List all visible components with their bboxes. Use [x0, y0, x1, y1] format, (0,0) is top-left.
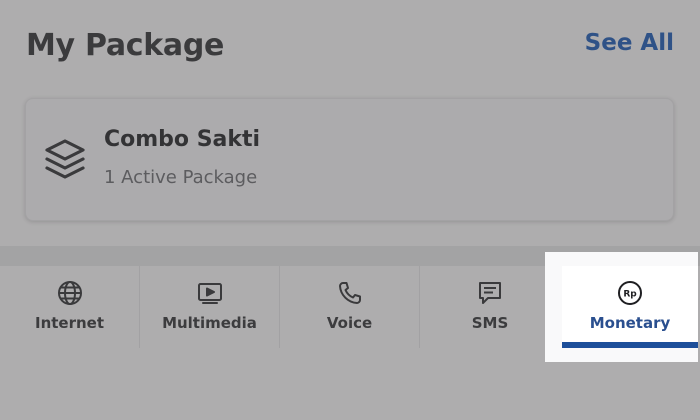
package-name: Combo Sakti	[104, 127, 261, 152]
svg-text:Rp: Rp	[623, 290, 637, 300]
active-tab-underline	[562, 342, 698, 348]
layers-icon	[45, 139, 85, 179]
tab-label: Monetary	[589, 314, 671, 332]
globe-icon	[57, 281, 82, 305]
tab-sms[interactable]: SMS	[420, 266, 560, 348]
tab-monetary[interactable]: Rp Monetary	[562, 266, 698, 348]
message-icon	[479, 282, 501, 304]
tab-internet[interactable]: Internet	[0, 266, 140, 348]
tab-label: Voice	[326, 314, 373, 332]
tab-label: Internet	[34, 314, 105, 332]
see-all-link[interactable]: See All	[585, 30, 674, 56]
tab-multimedia[interactable]: Multimedia	[140, 266, 280, 348]
package-card[interactable]: Combo Sakti 1 Active Package	[25, 98, 674, 221]
tab-label: SMS	[471, 314, 509, 332]
package-screen: My Package See All Combo Sakti 1 Active …	[0, 0, 700, 420]
page-title: My Package	[26, 28, 225, 63]
tab-voice[interactable]: Voice	[280, 266, 420, 348]
package-count: 1 Active Package	[104, 167, 258, 188]
rupiah-coin-icon: Rp	[618, 281, 642, 305]
tab-label: Multimedia	[162, 314, 257, 332]
play-video-icon	[197, 283, 222, 304]
phone-icon	[338, 282, 361, 304]
